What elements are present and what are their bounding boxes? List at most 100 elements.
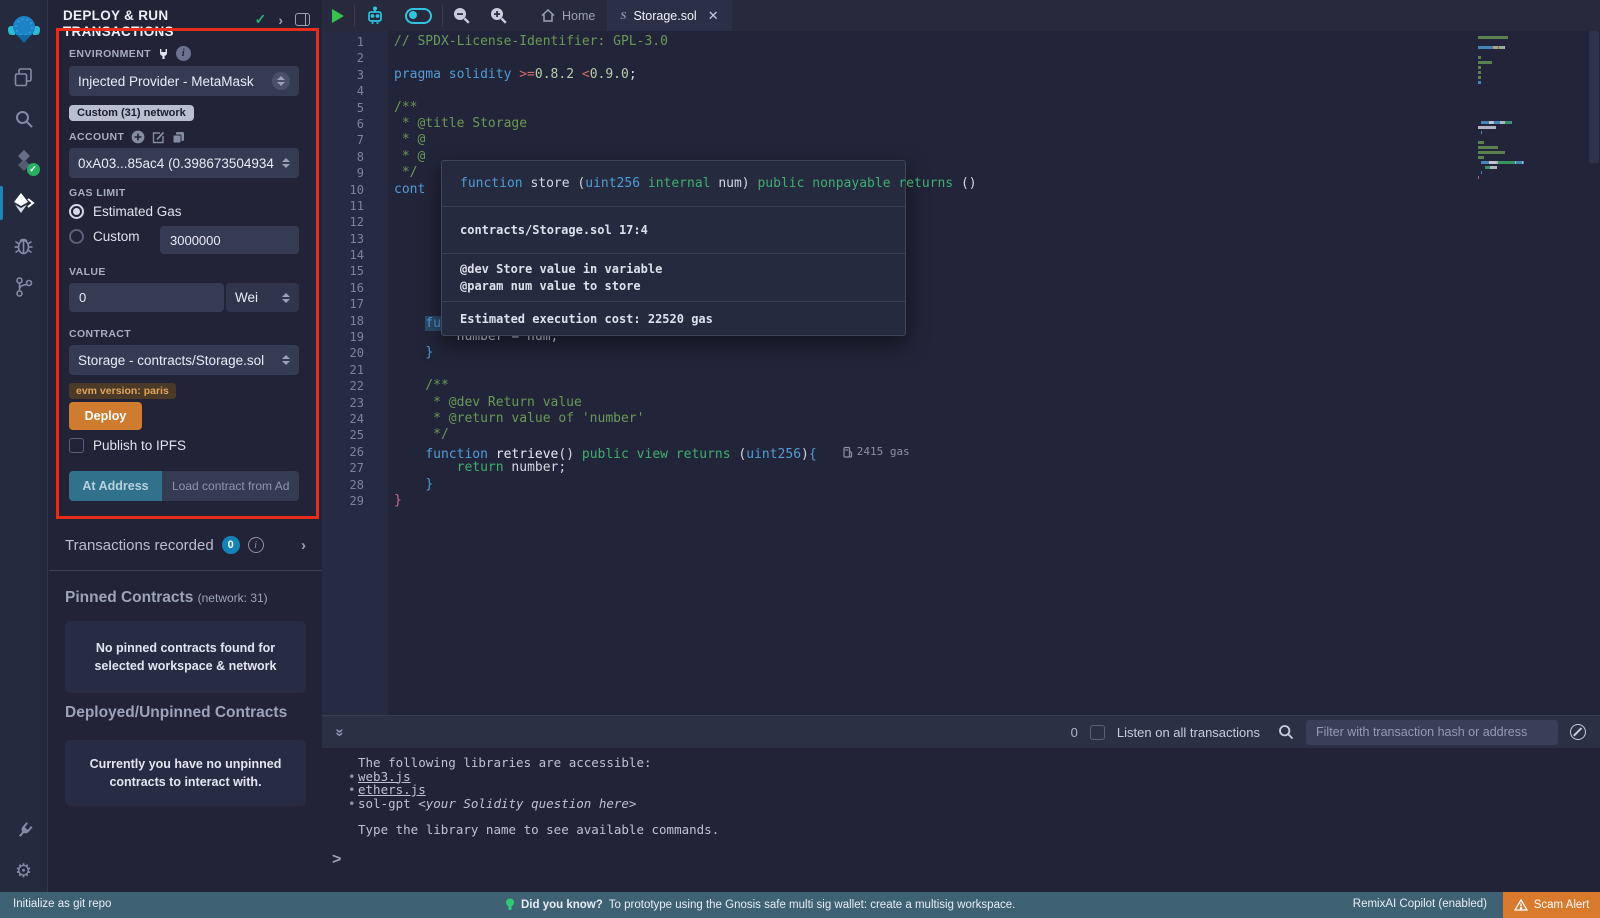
copilot-status[interactable]: RemixAI Copilot (enabled) bbox=[1353, 898, 1487, 910]
close-tab-icon[interactable]: ✕ bbox=[708, 8, 719, 24]
deploy-and-run-icon[interactable] bbox=[0, 182, 48, 224]
code-line[interactable]: 28 } bbox=[322, 477, 1600, 493]
file-explorer-icon[interactable] bbox=[0, 56, 48, 98]
line-number: 26 bbox=[322, 444, 386, 460]
account-select[interactable]: 0xA03...85ac4 (0.398673504934 bbox=[69, 148, 299, 178]
code-line[interactable]: 4 bbox=[322, 83, 1600, 99]
editor-minimap[interactable] bbox=[1478, 36, 1585, 181]
code-line[interactable]: 23 * @dev Return value bbox=[322, 395, 1600, 411]
terminal-filter-input[interactable] bbox=[1306, 720, 1558, 745]
code-line[interactable]: 26 function retrieve() public view retur… bbox=[322, 444, 1600, 460]
git-init-button[interactable]: Initialize as git repo bbox=[13, 898, 111, 910]
line-number: 24 bbox=[322, 411, 386, 427]
git-icon[interactable] bbox=[0, 266, 48, 308]
scam-alert-button[interactable]: Scam Alert bbox=[1503, 892, 1600, 918]
deploy-run-panel: DEPLOY & RUN TRANSACTIONS ✓ › ENVIRONMEN… bbox=[49, 0, 322, 892]
line-number: 12 bbox=[322, 214, 386, 230]
publish-ipfs-row[interactable]: Publish to IPFS bbox=[69, 438, 186, 453]
line-number: 29 bbox=[322, 493, 386, 509]
terminal-prompt[interactable]: > bbox=[322, 851, 1600, 869]
line-number: 17 bbox=[322, 296, 386, 312]
line-number: 2 bbox=[322, 50, 386, 66]
did-you-know-tip: Did you know? To prototype using the Gno… bbox=[505, 898, 1015, 912]
line-number: 20 bbox=[322, 345, 386, 361]
code-line[interactable]: 24 * @return value of 'number' bbox=[322, 411, 1600, 427]
code-line[interactable]: 3pragma solidity >=0.8.2 <0.9.0; bbox=[322, 67, 1600, 83]
search-icon[interactable] bbox=[0, 98, 48, 140]
code-line[interactable]: 20 } bbox=[322, 345, 1600, 361]
at-address-button[interactable]: At Address bbox=[69, 471, 162, 501]
tooltip-location: contracts/Storage.sol 17:4 bbox=[442, 206, 905, 253]
terminal-tx-count: 0 bbox=[1071, 725, 1078, 740]
clear-console-icon[interactable] bbox=[1570, 724, 1586, 740]
ai-copilot-button[interactable] bbox=[355, 0, 395, 31]
network-badge: Custom (31) network bbox=[69, 103, 194, 121]
value-input[interactable] bbox=[69, 283, 224, 312]
gas-custom-option[interactable]: Custom bbox=[69, 229, 140, 244]
listen-all-checkbox[interactable] bbox=[1090, 725, 1105, 740]
line-number: 3 bbox=[322, 67, 386, 83]
zoom-in-button[interactable] bbox=[480, 0, 517, 31]
transactions-info-icon[interactable]: i bbox=[248, 537, 264, 553]
deploy-button[interactable]: Deploy bbox=[69, 402, 142, 430]
tab-home[interactable]: Home bbox=[529, 0, 608, 31]
gas-estimate-annotation: 2415 gas bbox=[843, 444, 910, 460]
evm-version-badge: evm version: paris bbox=[69, 381, 176, 399]
ai-copilot-toggle[interactable] bbox=[395, 0, 442, 31]
copy-account-icon[interactable] bbox=[172, 131, 185, 144]
tab-storage-sol[interactable]: S Storage.sol ✕ bbox=[608, 0, 731, 31]
deployed-empty-state: Currently you have no unpinned contracts… bbox=[65, 740, 306, 806]
solidity-compiler-icon[interactable]: ✓ bbox=[0, 140, 48, 182]
code-line[interactable]: 2 bbox=[322, 50, 1600, 66]
zoom-out-button[interactable] bbox=[443, 0, 480, 31]
line-number: 25 bbox=[322, 427, 386, 443]
plugin-manager-icon[interactable] bbox=[0, 808, 48, 850]
terminal-collapse-icon[interactable]: » bbox=[332, 728, 349, 736]
edit-account-icon[interactable] bbox=[152, 131, 165, 144]
terminal-output[interactable]: The following libraries are accessible:•… bbox=[322, 748, 1600, 837]
listen-all-label: Listen on all transactions bbox=[1117, 725, 1260, 740]
code-line[interactable]: 7 * @ bbox=[322, 132, 1600, 148]
transactions-expand-icon[interactable]: › bbox=[301, 537, 306, 554]
select-stepper-icon bbox=[282, 293, 290, 303]
contract-label: CONTRACT bbox=[69, 328, 131, 340]
line-number: 6 bbox=[322, 116, 386, 132]
play-icon bbox=[332, 9, 344, 23]
editor-toolbar: Home S Storage.sol ✕ bbox=[322, 0, 1600, 31]
value-unit-select[interactable]: Wei bbox=[226, 283, 299, 312]
line-number: 14 bbox=[322, 247, 386, 263]
code-line[interactable]: 22 /** bbox=[322, 378, 1600, 394]
status-bar: Initialize as git repo Did you know? To … bbox=[0, 892, 1600, 918]
radio-estimated-gas[interactable] bbox=[69, 204, 84, 219]
code-area[interactable]: 1// SPDX-License-Identifier: GPL-3.023pr… bbox=[322, 31, 1600, 715]
debugger-icon[interactable] bbox=[0, 224, 48, 266]
gas-estimated-option[interactable]: Estimated Gas bbox=[69, 204, 182, 219]
publish-ipfs-checkbox[interactable] bbox=[69, 438, 84, 453]
environment-info-icon[interactable]: i bbox=[176, 46, 191, 61]
transactions-recorded-row[interactable]: Transactions recorded 0 i › bbox=[65, 536, 306, 554]
value-label: VALUE bbox=[69, 266, 106, 278]
remix-logo[interactable] bbox=[0, 4, 48, 56]
contract-select[interactable]: Storage - contracts/Storage.sol bbox=[69, 345, 299, 375]
plug-icon[interactable] bbox=[158, 48, 169, 60]
code-line[interactable]: 21 bbox=[322, 362, 1600, 378]
at-address-input[interactable] bbox=[162, 471, 299, 501]
code-line[interactable]: 27 return number; bbox=[322, 460, 1600, 476]
terminal-line: •web3.js bbox=[322, 770, 1600, 784]
custom-gas-input[interactable] bbox=[160, 226, 299, 254]
select-stepper-icon bbox=[272, 72, 290, 90]
environment-select[interactable]: Injected Provider - MetaMask bbox=[69, 66, 299, 96]
radio-custom-gas[interactable] bbox=[69, 229, 84, 244]
zoom-in-icon bbox=[490, 7, 507, 24]
code-line[interactable]: 1// SPDX-License-Identifier: GPL-3.0 bbox=[322, 34, 1600, 50]
tooltip-doc: @dev Store value in variable @param num … bbox=[442, 253, 905, 301]
run-script-button[interactable] bbox=[322, 0, 354, 31]
code-line[interactable]: 25 */ bbox=[322, 427, 1600, 443]
code-line[interactable]: 5/** bbox=[322, 100, 1600, 116]
code-line[interactable]: 29} bbox=[322, 493, 1600, 509]
deployed-contracts-title: Deployed/Unpinned Contracts bbox=[65, 704, 287, 722]
settings-gear-icon[interactable]: ⚙ bbox=[0, 850, 48, 892]
code-line[interactable]: 6 * @title Storage bbox=[322, 116, 1600, 132]
editor-scrollbar[interactable] bbox=[1589, 31, 1599, 163]
add-account-icon[interactable] bbox=[131, 130, 145, 144]
